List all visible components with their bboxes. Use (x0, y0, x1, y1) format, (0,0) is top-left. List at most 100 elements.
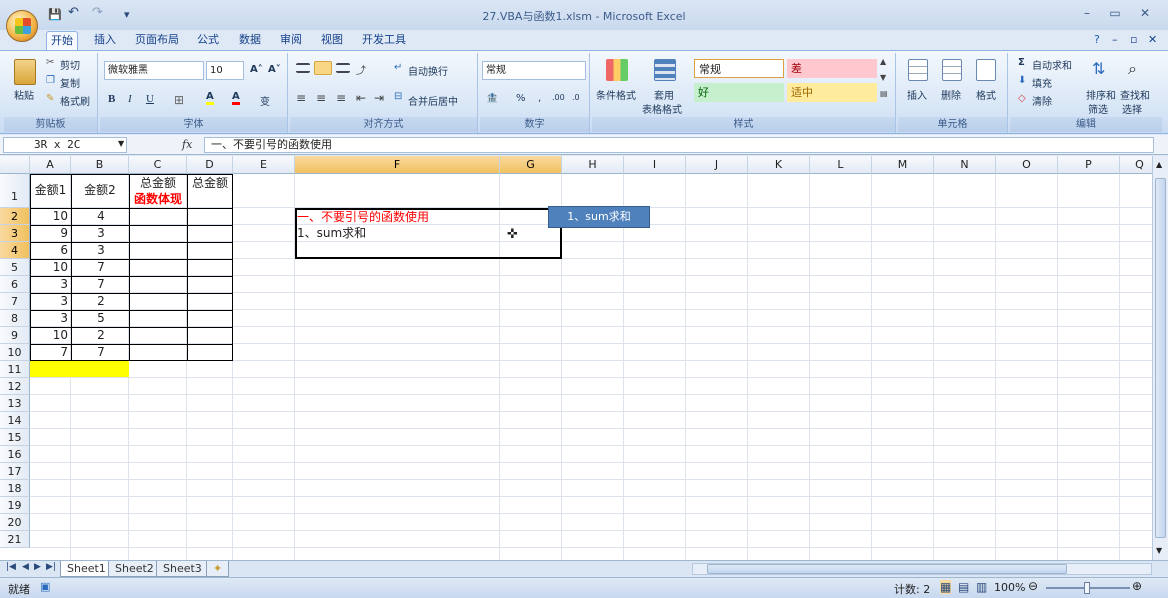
normal-view-icon[interactable]: ▦ (940, 580, 952, 594)
tab-view[interactable]: 视图 (317, 31, 347, 50)
clear-icon[interactable]: ◇ (1018, 93, 1026, 104)
style-normal[interactable]: 常规 (694, 59, 784, 78)
minimize-button[interactable]: – (1076, 6, 1098, 22)
page-layout-view-icon[interactable]: ▤ (958, 580, 969, 594)
grow-font-button[interactable]: A˄ (250, 64, 263, 75)
insert-cells-button[interactable]: 插入 (907, 87, 927, 102)
paste-button[interactable]: 粘贴 (14, 87, 34, 102)
cell-b1[interactable]: 金额2 (71, 182, 129, 199)
row-header-6[interactable]: 6 (0, 276, 30, 293)
increase-decimal-button[interactable]: .00 (552, 93, 565, 102)
doc-restore-button[interactable]: ▫ (1126, 31, 1141, 50)
restore-button[interactable]: ▭ (1104, 6, 1126, 22)
vertical-scrollbar[interactable]: ▲ ▼ (1152, 156, 1168, 560)
zoom-level[interactable]: 100% (994, 581, 1025, 594)
row-header-9[interactable]: 9 (0, 327, 30, 344)
row-header-4[interactable]: 4 (0, 242, 30, 259)
zoom-in-icon[interactable]: ⊕ (1132, 579, 1142, 593)
sheet-nav-prev-icon[interactable]: ◀ (22, 562, 29, 572)
style-bad[interactable]: 差 (787, 59, 877, 78)
fill-color-icon[interactable]: A (206, 91, 214, 105)
sheet-tab-sheet1[interactable]: Sheet1 (60, 561, 113, 577)
currency-icon[interactable]: 🏦 (486, 93, 498, 104)
sheet-nav-last-icon[interactable]: ▶| (46, 562, 56, 572)
align-top-icon[interactable] (296, 63, 310, 73)
sum-macro-button[interactable]: 1、sum求和 (548, 206, 650, 228)
row-header-3[interactable]: 3 (0, 225, 30, 242)
cell-a6[interactable]: 3 (30, 276, 68, 293)
align-middle-icon[interactable] (314, 61, 332, 75)
comma-button[interactable]: , (538, 93, 541, 104)
tab-data[interactable]: 数据 (235, 31, 265, 50)
office-button[interactable] (6, 10, 38, 42)
zoom-out-icon[interactable]: ⊖ (1028, 579, 1038, 593)
styles-scroll-down-icon[interactable]: ▼ (880, 73, 886, 82)
paste-icon[interactable] (14, 59, 36, 85)
row-header-13[interactable]: 13 (0, 395, 30, 412)
sheet-tab-sheet2[interactable]: Sheet2 (108, 561, 161, 577)
cell-b2[interactable]: 4 (81, 208, 121, 225)
tab-review[interactable]: 审阅 (276, 31, 306, 50)
sheet-tab-sheet3[interactable]: Sheet3 (156, 561, 209, 577)
cell-f3[interactable]: 1、sum求和 (297, 225, 366, 242)
style-neutral[interactable]: 适中 (787, 83, 877, 102)
cell-b7[interactable]: 2 (81, 293, 121, 310)
cell-a8[interactable]: 3 (30, 310, 68, 327)
format-table-line1[interactable]: 套用 (654, 87, 674, 102)
cell-f2[interactable]: 一、不要引号的函数使用 (297, 209, 429, 226)
cut-button[interactable]: 剪切 (60, 57, 80, 72)
row-header-16[interactable]: 16 (0, 446, 30, 463)
column-header-d[interactable]: D (187, 156, 233, 174)
styles-scroll-up-icon[interactable]: ▲ (880, 57, 886, 66)
wrap-text-icon[interactable]: ↵ (394, 62, 402, 73)
shrink-font-button[interactable]: A˅ (268, 64, 281, 75)
percent-button[interactable]: % (516, 93, 526, 104)
cell-b6[interactable]: 7 (81, 276, 121, 293)
select-all-corner[interactable] (0, 156, 30, 174)
help-icon[interactable]: ? (1090, 31, 1104, 50)
wrap-text-button[interactable]: 自动换行 (408, 63, 448, 78)
horizontal-scrollbar[interactable] (692, 563, 1152, 575)
column-header-j[interactable]: J (686, 156, 748, 174)
column-header-b[interactable]: B (71, 156, 129, 174)
autosum-button[interactable]: 自动求和 (1032, 57, 1072, 72)
row-header-20[interactable]: 20 (0, 514, 30, 531)
scroll-up-icon[interactable]: ▲ (1156, 160, 1162, 169)
format-table-line2[interactable]: 表格格式 (642, 101, 682, 116)
cell-d1[interactable]: 总金额 (187, 175, 233, 192)
row-header-8[interactable]: 8 (0, 310, 30, 327)
column-header-k[interactable]: K (748, 156, 810, 174)
sort-filter-line1[interactable]: 排序和 (1086, 87, 1116, 102)
cut-icon[interactable]: ✂ (46, 57, 54, 68)
cell-a10[interactable]: 7 (30, 344, 68, 361)
cell-a1[interactable]: 金额1 (30, 182, 71, 199)
close-button[interactable]: ✕ (1134, 6, 1156, 22)
align-center-icon[interactable]: ≡ (316, 91, 326, 105)
merge-icon[interactable]: ⊟ (394, 91, 402, 102)
tab-home[interactable]: 开始 (46, 31, 78, 50)
row-header-15[interactable]: 15 (0, 429, 30, 446)
format-table-icon[interactable] (654, 59, 676, 81)
column-header-n[interactable]: N (934, 156, 996, 174)
insert-function-button[interactable]: fx (182, 138, 192, 151)
column-header-m[interactable]: M (872, 156, 934, 174)
row-header-2[interactable]: 2 (0, 208, 30, 225)
merge-center-button[interactable]: 合并后居中 (408, 93, 458, 108)
tab-formulas[interactable]: 公式 (193, 31, 223, 50)
name-box[interactable]: 3R x 2C (3, 137, 127, 153)
border-icon[interactable]: ⊞ (174, 93, 184, 107)
cell-b8[interactable]: 5 (81, 310, 121, 327)
sheet-nav-next-icon[interactable]: ▶ (34, 562, 41, 572)
column-header-c[interactable]: C (129, 156, 187, 174)
insert-cells-icon[interactable] (908, 59, 928, 81)
decrease-indent-icon[interactable]: ⇤ (356, 91, 366, 105)
cell-a2[interactable]: 10 (30, 208, 68, 225)
horizontal-scroll-thumb[interactable] (707, 564, 1067, 574)
format-cells-icon[interactable] (976, 59, 996, 81)
conditional-format-icon[interactable] (606, 59, 628, 81)
fill-icon[interactable]: ⬇ (1018, 75, 1026, 86)
cell-c1-line1[interactable]: 总金额 (129, 175, 187, 192)
column-header-f[interactable]: F (295, 156, 500, 174)
scroll-down-icon[interactable]: ▼ (1156, 546, 1162, 555)
font-size-select[interactable]: 10 (206, 61, 244, 80)
